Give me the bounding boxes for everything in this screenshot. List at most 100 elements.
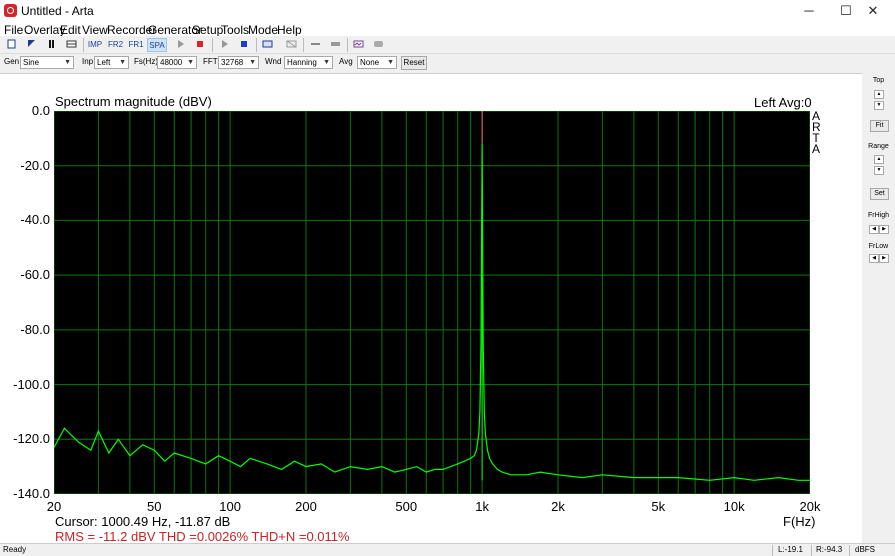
x-tick-label: 1k	[475, 499, 489, 514]
frhigh-right-button[interactable]: ▶	[879, 225, 889, 234]
title-bar: Untitled - Arta ─ ☐ ✕	[0, 0, 895, 22]
fr1-mode-button[interactable]: FR1	[128, 38, 144, 52]
fft-select[interactable]: 32768 ▼	[218, 56, 259, 69]
menu-view[interactable]: View	[82, 23, 108, 37]
frlow-left-button[interactable]: ◀	[869, 254, 879, 263]
open-file-icon[interactable]	[26, 39, 37, 49]
avg-label: Avg	[339, 57, 353, 66]
y-tick-label: -100.0	[13, 376, 50, 392]
probe-icon[interactable]	[310, 39, 321, 49]
chevron-down-icon: ▼	[387, 59, 394, 66]
x-tick-label: 10k	[723, 499, 745, 514]
cursor-readout: Cursor: 1000.49 Hz, -11.87 dB	[55, 514, 231, 529]
wnd-select[interactable]: Hanning ▼	[284, 56, 333, 69]
status-level-left: L:-19.1	[778, 545, 803, 554]
plot-background	[54, 111, 810, 494]
menu-setup[interactable]: Setup	[192, 23, 223, 37]
toolbar-separator	[303, 38, 304, 52]
disabled-tool-icon[interactable]	[286, 39, 297, 49]
inp-label: Inp	[82, 57, 94, 66]
record-stop-icon[interactable]	[195, 39, 206, 49]
x-tick-label: 200	[295, 499, 317, 514]
gen-select-value: Sine	[23, 58, 40, 67]
spa-mode-button[interactable]: SPA	[147, 38, 167, 52]
toolbar-separator	[83, 38, 84, 52]
rms-thd-readout: RMS = -11.2 dBV THD =0.0026% THD+N =0.01…	[55, 529, 350, 544]
range-down-button[interactable]: ▼	[874, 166, 884, 175]
fft-select-value: 32768	[221, 58, 244, 67]
fs-select[interactable]: 48000 ▼	[157, 56, 197, 69]
scope-icon[interactable]	[353, 39, 364, 49]
frlow-right-button[interactable]: ▶	[879, 254, 889, 263]
close-button[interactable]: ✕	[850, 0, 895, 22]
x-tick-label: 20	[46, 499, 62, 514]
fr2-mode-button[interactable]: FR2	[107, 38, 124, 52]
control-bar: Gen Sine ▼ Inp Left ▼ Fs(Hz) 48000 ▼ FFT 32…	[0, 55, 895, 71]
new-file-icon[interactable]	[6, 39, 17, 49]
arta-app-icon	[4, 4, 17, 17]
status-level-right: R:-94.3	[816, 545, 843, 554]
generator-stop-icon[interactable]	[239, 39, 250, 49]
speaker-icon[interactable]	[373, 39, 384, 49]
pause-icon[interactable]	[46, 39, 57, 49]
plot-title: Spectrum magnitude (dBV)	[55, 94, 212, 109]
toolbar: IMP FR2 FR1 SPA	[0, 36, 895, 54]
status-separator	[811, 545, 812, 556]
menu-edit[interactable]: Edit	[60, 23, 81, 37]
frhigh-left-button[interactable]: ◀	[869, 225, 879, 234]
status-ready: Ready	[3, 545, 27, 554]
chevron-down-icon: ▼	[249, 59, 256, 66]
toolbar-separator	[347, 38, 348, 52]
avg-select[interactable]: None ▼	[357, 56, 397, 69]
set-button[interactable]: Set	[870, 188, 889, 200]
y-tick-label: 0.0	[31, 103, 50, 118]
recorder-icon[interactable]	[262, 39, 273, 49]
menu-file[interactable]: File	[4, 23, 23, 37]
arta-letter: A	[812, 142, 821, 156]
x-tick-label: 50	[147, 499, 162, 514]
spectrum-chart[interactable]	[54, 111, 810, 494]
range-label: Range	[868, 143, 889, 150]
status-separator	[849, 545, 850, 556]
menu-tools[interactable]: Tools	[221, 23, 249, 37]
top-down-button[interactable]: ▼	[874, 101, 884, 110]
fft-label: FFT	[203, 57, 218, 66]
inp-select-value: Left	[97, 58, 111, 67]
chevron-down-icon: ▼	[64, 59, 71, 66]
y-tick-label: -60.0	[20, 267, 50, 283]
gen-select[interactable]: Sine ▼	[20, 56, 74, 69]
play-icon[interactable]	[175, 39, 186, 49]
toolbar-separator	[256, 38, 257, 52]
inp-select[interactable]: Left ▼	[94, 56, 129, 69]
frhigh-label: FrHigh	[867, 212, 889, 219]
y-tick-label: -40.0	[20, 212, 50, 228]
x-tick-label: 5k	[651, 499, 666, 514]
imp-mode-button[interactable]: IMP	[87, 38, 103, 52]
y-tick-label: -120.0	[13, 431, 50, 447]
table-icon[interactable]	[66, 39, 77, 49]
x-tick-label: 100	[219, 499, 241, 514]
x-axis-unit: F(Hz)	[783, 514, 816, 529]
meter-icon[interactable]	[330, 39, 341, 49]
menu-help[interactable]: Help	[277, 23, 302, 37]
reset-button[interactable]: Reset	[401, 56, 427, 70]
chevron-down-icon: ▼	[119, 59, 126, 66]
fs-select-value: 48000	[160, 58, 183, 67]
y-tick-label: -20.0	[20, 157, 50, 173]
menu-bar: File Overlay Edit View Recorder Generato…	[0, 22, 895, 37]
toolbar-separator	[212, 38, 213, 52]
top-up-button[interactable]: ▲	[874, 90, 884, 99]
gen-label: Gen	[4, 57, 20, 66]
avg-select-value: None	[360, 58, 380, 67]
x-tick-label: 2k	[551, 499, 565, 514]
range-up-button[interactable]: ▲	[874, 155, 884, 164]
menu-mode[interactable]: Mode	[248, 23, 278, 37]
arta-watermark: A R T A	[812, 110, 821, 156]
status-bar: Ready L:-19.1 R:-94.3 dBFS	[0, 543, 895, 556]
x-tick-label: 20k	[799, 499, 821, 514]
fit-button[interactable]: Fit	[870, 120, 889, 132]
generator-play-icon[interactable]	[219, 39, 230, 49]
y-tick-label: -80.0	[20, 321, 50, 337]
status-separator	[772, 545, 773, 556]
channel-avg-label: Left Avg:0	[754, 95, 812, 110]
